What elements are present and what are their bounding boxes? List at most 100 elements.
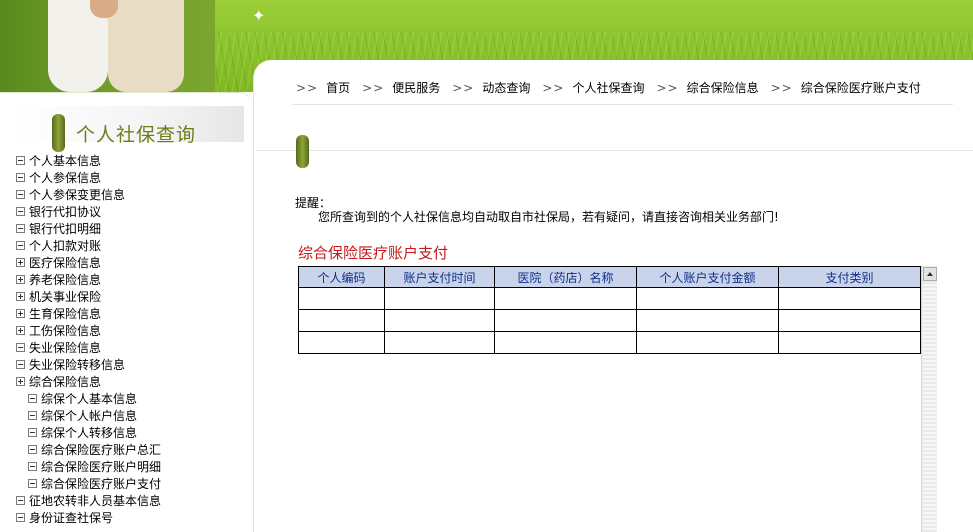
sidebar-item-label: 医疗保险信息 — [29, 256, 102, 270]
sidebar-item-label: 个人基本信息 — [29, 154, 102, 168]
banner-photo — [0, 0, 215, 92]
sidebar-item[interactable]: 工伤保险信息 — [16, 323, 101, 340]
sidebar-item[interactable]: 医疗保险信息 — [16, 255, 101, 272]
table-row — [298, 309, 921, 332]
scroll-up-arrow-icon[interactable] — [923, 267, 937, 281]
collapse-icon[interactable] — [16, 224, 25, 233]
sidebar-title: 个人社保查询 — [76, 124, 197, 146]
column-header: 个人编码 — [298, 266, 385, 288]
table-header-row: 个人编码 账户支付时间 医院（药店）名称 个人账户支付金额 支付类别 — [298, 266, 921, 288]
collapse-icon[interactable] — [28, 428, 37, 437]
breadcrumb-separator: >> — [452, 81, 475, 95]
sidebar-item[interactable]: 个人基本信息 — [16, 153, 101, 170]
sidebar-item-label: 综保个人基本信息 — [41, 392, 138, 406]
sidebar-item-label: 综合保险医疗账户支付 — [41, 477, 162, 491]
sidebar-item[interactable]: 养老保险信息 — [16, 272, 101, 289]
expand-icon[interactable] — [16, 258, 25, 267]
table-title: 综合保险医疗账户支付 — [298, 244, 449, 262]
expand-icon[interactable] — [16, 275, 25, 284]
table-cell — [778, 287, 921, 310]
sidebar-item-label: 银行代扣明细 — [29, 222, 102, 236]
collapse-icon[interactable] — [28, 462, 37, 471]
sidebar-item[interactable]: 身份证查社保号 — [16, 510, 113, 527]
sidebar-item[interactable]: 综保个人转移信息 — [28, 425, 137, 442]
table-cell — [778, 331, 921, 354]
sidebar-title-panel: 个人社保查询 — [10, 106, 244, 152]
sidebar-item[interactable]: 综合保险医疗账户明细 — [28, 459, 161, 476]
table-cell — [636, 287, 779, 310]
expand-icon[interactable] — [16, 292, 25, 301]
breadcrumb-link[interactable]: 个人社保查询 — [572, 81, 644, 95]
breadcrumb-separator: >> — [656, 81, 679, 95]
sidebar-item[interactable]: 失业保险转移信息 — [16, 357, 125, 374]
collapse-icon[interactable] — [16, 513, 25, 522]
sidebar-item[interactable]: 综保个人帐户信息 — [28, 408, 137, 425]
sidebar-item[interactable]: 生育保险信息 — [16, 306, 101, 323]
breadcrumb-link[interactable]: 动态查询 — [482, 81, 530, 95]
breadcrumb-link[interactable]: 首页 — [326, 81, 350, 95]
sidebar-item-label: 身份证查社保号 — [29, 511, 114, 525]
breadcrumb-separator: >> — [362, 81, 385, 95]
column-header: 个人账户支付金额 — [636, 266, 779, 288]
column-header: 支付类别 — [778, 266, 921, 288]
expand-icon[interactable] — [16, 326, 25, 335]
sidebar-item[interactable]: 征地农转非人员基本信息 — [16, 493, 161, 510]
table-cell — [494, 331, 637, 354]
collapse-icon[interactable] — [16, 343, 25, 352]
collapse-icon[interactable] — [28, 445, 37, 454]
breadcrumb-separator: >> — [296, 81, 319, 95]
collapse-icon[interactable] — [16, 496, 25, 505]
collapse-icon[interactable] — [28, 479, 37, 488]
sparkle-icon: ✦ — [252, 6, 266, 25]
collapse-icon[interactable] — [16, 207, 25, 216]
sidebar-item[interactable]: 综合保险医疗账户支付 — [28, 476, 161, 493]
sidebar-item-label: 综保个人帐户信息 — [41, 409, 138, 423]
breadcrumb-link[interactable]: 便民服务 — [392, 81, 440, 95]
table-row — [298, 287, 921, 310]
table-cell — [298, 287, 385, 310]
table-cell — [384, 309, 495, 332]
sidebar-item[interactable]: 综合保险信息 — [16, 374, 101, 391]
sidebar-item[interactable]: 综合保险医疗账户总汇 — [28, 442, 161, 459]
sidebar-item-label: 征地农转非人员基本信息 — [29, 494, 162, 508]
expand-icon[interactable] — [16, 377, 25, 386]
table-cell — [494, 309, 637, 332]
sidebar-item[interactable]: 个人参保变更信息 — [16, 187, 125, 204]
collapse-icon[interactable] — [16, 360, 25, 369]
breadcrumb-link[interactable]: 综合保险医疗账户支付 — [801, 81, 921, 95]
collapse-icon[interactable] — [16, 190, 25, 199]
sidebar-item[interactable]: 机关事业保险 — [16, 289, 101, 306]
collapse-icon[interactable] — [28, 394, 37, 403]
column-header: 账户支付时间 — [384, 266, 495, 288]
sidebar-item[interactable]: 综保个人基本信息 — [28, 391, 137, 408]
sidebar-item[interactable]: 失业保险信息 — [16, 340, 101, 357]
collapse-icon[interactable] — [16, 241, 25, 250]
payment-table: 个人编码 账户支付时间 医院（药店）名称 个人账户支付金额 支付类别 — [298, 266, 921, 354]
sidebar-item-label: 综保个人转移信息 — [41, 426, 138, 440]
sidebar-item[interactable]: 个人扣款对账 — [16, 238, 101, 255]
vertical-scrollbar[interactable] — [921, 266, 937, 532]
sidebar-item-label: 个人扣款对账 — [29, 239, 102, 253]
collapse-icon[interactable] — [16, 173, 25, 182]
sidebar-item[interactable]: 个人参保信息 — [16, 170, 101, 187]
table-cell — [636, 331, 779, 354]
sidebar-item[interactable]: 银行代扣协议 — [16, 204, 101, 221]
sidebar-item-label: 失业保险转移信息 — [29, 358, 126, 372]
sidebar-item-label: 综合保险医疗账户总汇 — [41, 443, 162, 457]
collapse-icon[interactable] — [28, 411, 37, 420]
scrollbar-track[interactable] — [923, 283, 937, 532]
sidebar-item-label: 个人参保信息 — [29, 171, 102, 185]
section-divider — [256, 150, 973, 151]
table-row — [298, 331, 921, 354]
title-bar-icon — [52, 114, 65, 152]
sidebar-top-edge — [0, 92, 253, 106]
table-cell — [384, 287, 495, 310]
column-header: 医院（药店）名称 — [494, 266, 637, 288]
collapse-icon[interactable] — [16, 156, 25, 165]
sidebar-item-label: 养老保险信息 — [29, 273, 102, 287]
breadcrumb-link[interactable]: 综合保险信息 — [687, 81, 759, 95]
sidebar-item[interactable]: 银行代扣明细 — [16, 221, 101, 238]
expand-icon[interactable] — [16, 309, 25, 318]
table-cell — [778, 309, 921, 332]
table-cell — [636, 309, 779, 332]
